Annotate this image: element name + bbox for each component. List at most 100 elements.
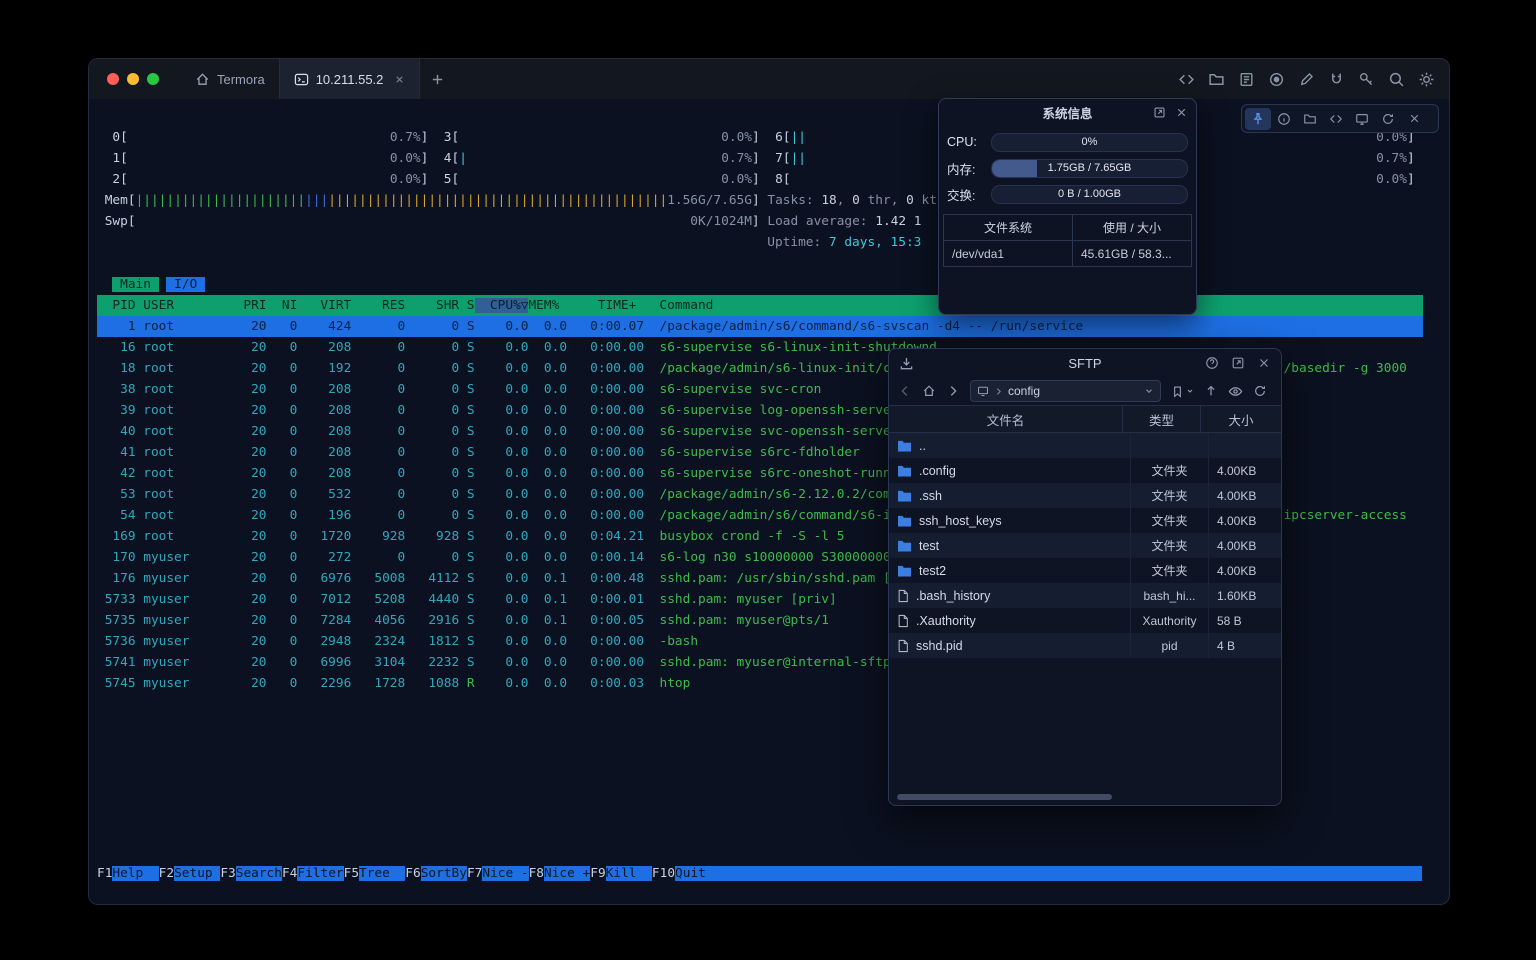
stat-value: 1.75GB / 7.65GB [992, 160, 1187, 177]
close-icon[interactable] [1175, 106, 1188, 119]
settings-icon[interactable] [1418, 71, 1435, 88]
close-tab-icon[interactable] [394, 74, 405, 85]
edit-icon[interactable] [1298, 71, 1315, 88]
filesystem-row[interactable]: /dev/vda1 45.61GB / 58.3... [944, 240, 1191, 266]
swap-meter-row: Swp[ 0K/1024M] Load average: 1.42 1 [97, 211, 1423, 232]
swap-usage-bar: 0 B / 1.00GB [991, 185, 1188, 204]
htop-process-row[interactable]: 1 root 20 0 424 0 0 S 0.0 0.0 0:00.07 /p… [97, 316, 1423, 337]
file-type-cell: 文件夹 [1131, 533, 1209, 558]
file-name-cell: sshd.pid [889, 633, 1131, 658]
info-icon[interactable] [1271, 108, 1297, 130]
column-header-type[interactable]: 类型 [1123, 406, 1201, 432]
htop-function-bar[interactable]: F1Help F2Setup F3SearchF4FilterF5Tree F6… [97, 863, 1423, 884]
sftp-file-row[interactable]: sshd.pidpid4 B [889, 633, 1281, 658]
host-icon [977, 385, 989, 397]
folder-icon [897, 514, 912, 527]
show-hidden-icon[interactable] [1228, 384, 1243, 399]
code-icon[interactable] [1178, 71, 1195, 88]
uptime-row: Uptime: 7 days, 15:3 [97, 232, 1423, 253]
new-tab-button[interactable] [430, 72, 445, 87]
column-header: 文件系统 [944, 215, 1073, 240]
fs-device: /dev/vda1 [944, 241, 1073, 266]
toolbar-icons [1178, 71, 1435, 88]
file-type-cell: 文件夹 [1131, 508, 1209, 533]
folder-icon [897, 464, 912, 477]
sftp-file-row[interactable]: .. [889, 433, 1281, 458]
cpu-meter-row: 2[ 0.0%] 5[ 0.0%] 8[ 0.0%] [97, 169, 1423, 190]
open-in-window-icon[interactable] [1153, 106, 1166, 119]
file-icon [897, 614, 909, 628]
app-window: Termora 10.211.55.2 0[ [88, 58, 1450, 905]
file-size-cell: 58 B [1209, 608, 1281, 633]
forward-icon[interactable] [946, 384, 960, 398]
pin-icon[interactable] [1245, 108, 1271, 130]
refresh-icon[interactable] [1375, 108, 1401, 130]
sftp-titlebar[interactable]: SFTP [889, 349, 1281, 377]
file-type-cell: 文件夹 [1131, 458, 1209, 483]
close-icon[interactable] [1401, 108, 1427, 130]
folder-icon[interactable] [1297, 108, 1323, 130]
sftp-file-row[interactable]: ssh_host_keys文件夹4.00KB [889, 508, 1281, 533]
file-type-cell [1131, 433, 1209, 458]
file-size-cell: 4.00KB [1209, 508, 1281, 533]
column-header-size[interactable]: 大小 [1201, 406, 1281, 432]
sftp-file-row[interactable]: test2文件夹4.00KB [889, 558, 1281, 583]
chevron-down-icon[interactable] [1144, 386, 1154, 396]
system-info-panel: 系统信息 CPU: 0% 内存: 1.75GB / 7.65GB 交换: [938, 98, 1197, 315]
htop-header-row[interactable]: PID USER PRI NI VIRT RES SHR S CPU%▽MEM%… [97, 295, 1423, 316]
horizontal-scrollbar[interactable] [897, 794, 1112, 800]
home-icon[interactable] [922, 384, 936, 398]
folder-icon[interactable] [1208, 71, 1225, 88]
magnet-icon[interactable] [1328, 71, 1345, 88]
file-size-cell [1209, 433, 1281, 458]
minimize-window-button[interactable] [127, 73, 139, 85]
search-icon[interactable] [1388, 71, 1405, 88]
close-window-button[interactable] [107, 73, 119, 85]
htop-screen-tabs[interactable]: Main I/O [97, 274, 1423, 295]
path-breadcrumb[interactable]: config [970, 380, 1161, 402]
tab-label: 10.211.55.2 [316, 72, 384, 87]
help-icon[interactable] [1205, 356, 1219, 370]
terminal-icon[interactable] [1349, 108, 1375, 130]
upload-icon[interactable] [1204, 384, 1218, 398]
close-icon[interactable] [1257, 356, 1271, 370]
file-size-cell: 1.60KB [1209, 583, 1281, 608]
file-name-cell: .ssh [889, 483, 1131, 508]
file-icon [897, 639, 909, 653]
tab-termora-home[interactable]: Termora [181, 59, 279, 99]
cpu-usage-bar: 0% [991, 133, 1188, 152]
sftp-file-row[interactable]: .bash_historybash_hi...1.60KB [889, 583, 1281, 608]
column-header-name[interactable]: 文件名 [889, 406, 1123, 432]
file-type-cell: 文件夹 [1131, 558, 1209, 583]
log-icon[interactable] [1238, 71, 1255, 88]
stat-label: 交换: [947, 185, 991, 204]
sftp-window: SFTP config [888, 348, 1282, 806]
back-icon[interactable] [898, 384, 912, 398]
zoom-window-button[interactable] [147, 73, 159, 85]
record-icon[interactable] [1268, 71, 1285, 88]
sftp-file-row[interactable]: .XauthorityXauthority58 B [889, 608, 1281, 633]
sftp-file-row[interactable]: .config文件夹4.00KB [889, 458, 1281, 483]
file-type-cell: pid [1131, 633, 1209, 658]
stat-label: 内存: [947, 159, 991, 178]
key-icon[interactable] [1358, 71, 1375, 88]
stat-value: 0% [992, 134, 1187, 151]
chevron-right-icon [994, 387, 1003, 396]
sftp-file-row[interactable]: .ssh文件夹4.00KB [889, 483, 1281, 508]
sftp-file-row[interactable]: test文件夹4.00KB [889, 533, 1281, 558]
sysinfo-stat-cpu: CPU: 0% [939, 133, 1196, 151]
file-name-cell: .config [889, 458, 1131, 483]
tab-session[interactable]: 10.211.55.2 [279, 59, 421, 99]
blank-row [97, 253, 1423, 274]
refresh-icon[interactable] [1253, 384, 1267, 398]
code-icon[interactable] [1323, 108, 1349, 130]
sftp-toolbar: config [889, 377, 1281, 405]
open-in-window-icon[interactable] [1231, 356, 1245, 370]
file-name-cell: .Xauthority [889, 608, 1131, 633]
filesystem-table: 文件系统 使用 / 大小 /dev/vda1 45.61GB / 58.3... [943, 214, 1192, 267]
bookmark-menu[interactable] [1171, 385, 1194, 398]
filesystem-table-header: 文件系统 使用 / 大小 [944, 215, 1191, 240]
file-type-cell: Xauthority [1131, 608, 1209, 633]
caret-down-icon [1186, 387, 1194, 395]
file-name-cell: .bash_history [889, 583, 1131, 608]
